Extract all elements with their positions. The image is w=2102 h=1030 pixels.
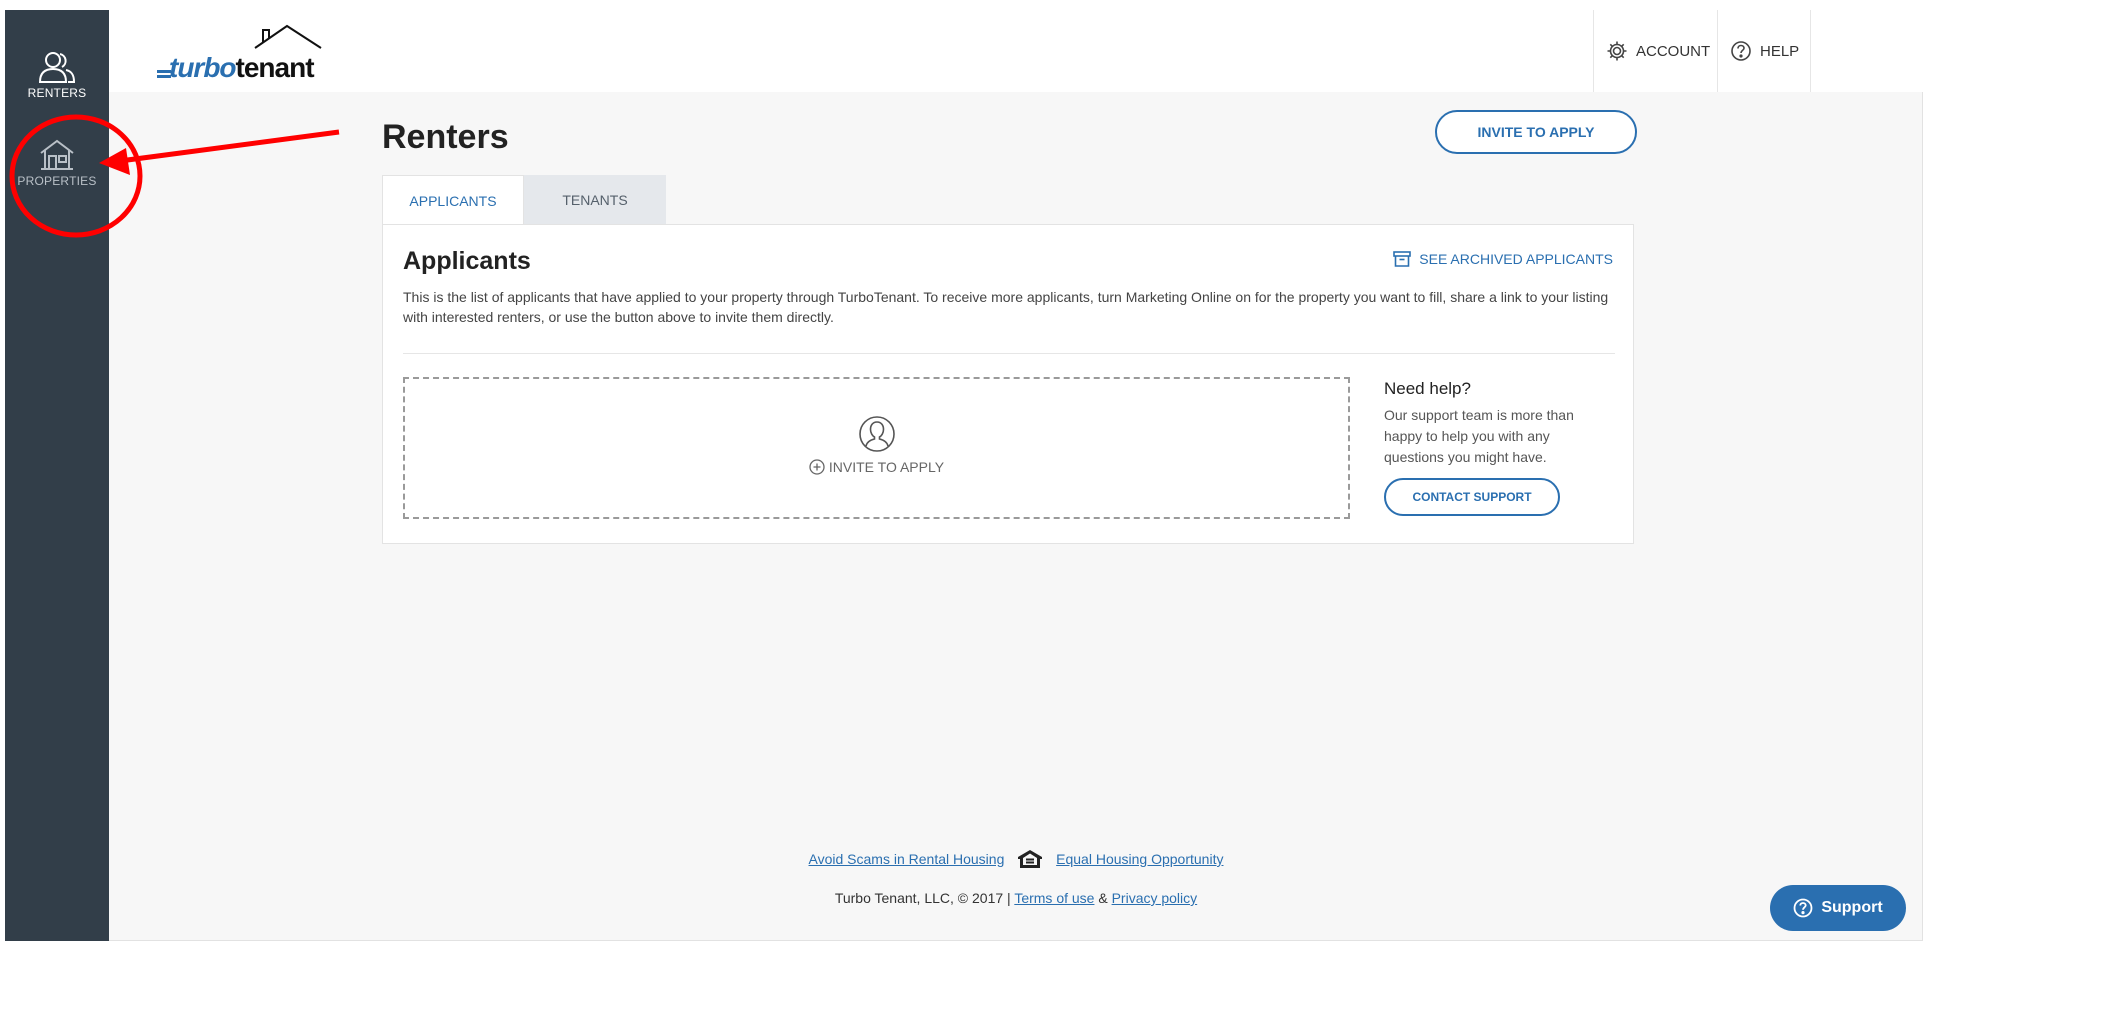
app-window: RENTERS PROPERTIES turbotenant ACCOUNT H…	[5, 10, 1923, 941]
page-title: Renters	[382, 118, 509, 156]
archive-icon	[1393, 251, 1412, 267]
footer-copyright: Turbo Tenant, LLC, © 2017 | Terms of use…	[109, 890, 1923, 906]
logo-text: turbotenant	[169, 52, 315, 83]
invite-to-apply-button[interactable]: INVITE TO APPLY	[1435, 110, 1637, 154]
sidebar-item-renters[interactable]: RENTERS	[5, 50, 109, 126]
top-header: turbotenant ACCOUNT HELP	[109, 10, 1923, 92]
gear-icon	[1607, 41, 1627, 61]
help-block: Need help? Our support team is more than…	[1384, 379, 1604, 516]
logo-roof-icon	[254, 24, 322, 49]
plus-circle-icon	[809, 459, 825, 475]
footer-links: Avoid Scams in Rental Housing Equal Hous…	[109, 850, 1923, 871]
help-circle-icon	[1731, 41, 1751, 61]
card-description: This is the list of applicants that have…	[403, 289, 1609, 325]
help-label: HELP	[1760, 42, 1800, 60]
support-button[interactable]: Support	[1770, 885, 1906, 931]
equal-housing-link[interactable]: Equal Housing Opportunity	[1056, 851, 1223, 867]
archived-link-label: SEE ARCHIVED APPLICANTS	[1419, 251, 1613, 267]
house-icon	[5, 138, 109, 172]
sidebar-item-properties[interactable]: PROPERTIES	[5, 138, 109, 214]
divider	[403, 353, 1615, 354]
avoid-scams-link[interactable]: Avoid Scams in Rental Housing	[809, 851, 1005, 867]
invite-dropzone[interactable]: INVITE TO APPLY	[403, 377, 1350, 519]
account-button[interactable]: ACCOUNT	[1593, 10, 1717, 92]
dropzone-text: INVITE TO APPLY	[828, 459, 945, 475]
see-archived-applicants-link[interactable]: SEE ARCHIVED APPLICANTS	[1393, 251, 1613, 267]
sidebar: RENTERS PROPERTIES	[5, 10, 109, 941]
sidebar-item-label: RENTERS	[27, 86, 87, 100]
ampersand: &	[1098, 890, 1108, 906]
user-circle-icon	[858, 416, 895, 452]
question-icon	[1793, 898, 1813, 918]
sidebar-item-label: PROPERTIES	[17, 174, 97, 188]
help-button[interactable]: HELP	[1717, 10, 1811, 92]
privacy-policy-link[interactable]: Privacy policy	[1112, 890, 1198, 906]
support-label: Support	[1821, 899, 1883, 916]
tab-applicants[interactable]: APPLICANTS	[382, 175, 524, 225]
terms-of-use-link[interactable]: Terms of use	[1014, 890, 1094, 906]
tab-bar: APPLICANTS TENANTS	[382, 175, 666, 225]
help-title: Need help?	[1384, 379, 1471, 398]
contact-support-button[interactable]: CONTACT SUPPORT	[1384, 478, 1560, 516]
equal-housing-icon	[1018, 850, 1043, 871]
card-title: Applicants	[403, 247, 531, 275]
applicants-card: Applicants SEE ARCHIVED APPLICANTS This …	[382, 224, 1634, 544]
renters-icon	[5, 50, 109, 84]
account-label: ACCOUNT	[1636, 42, 1711, 60]
turbotenant-logo[interactable]: turbotenant	[157, 22, 322, 84]
help-text: Our support team is more than happy to h…	[1384, 407, 1574, 465]
copyright-text: Turbo Tenant, LLC, © 2017 |	[834, 890, 1011, 906]
dropzone-label: INVITE TO APPLY	[809, 459, 944, 475]
tab-tenants[interactable]: TENANTS	[524, 175, 666, 225]
